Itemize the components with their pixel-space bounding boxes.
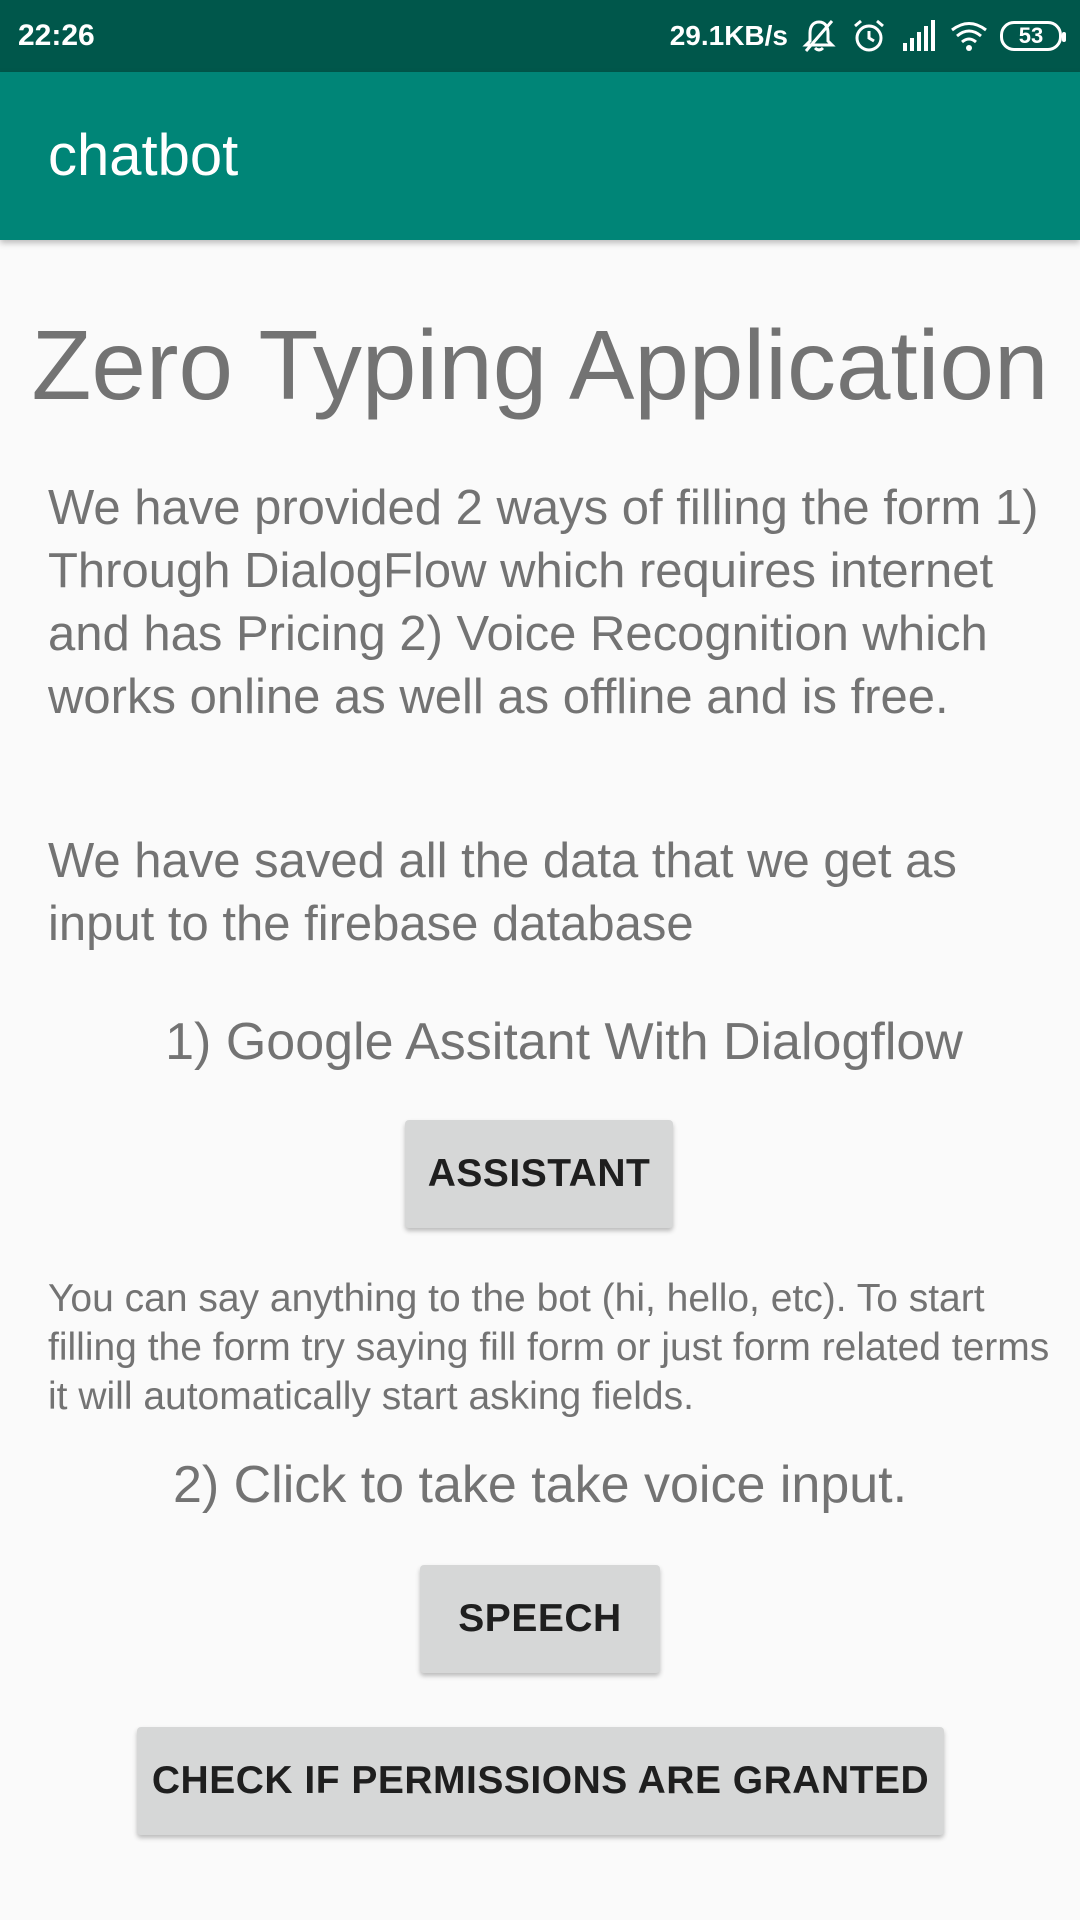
alarm-icon <box>850 17 888 55</box>
status-bar: 22:26 29.1KB/s 53 <box>0 0 1080 72</box>
status-time: 22:26 <box>18 19 95 52</box>
assistant-button[interactable]: ASSISTANT <box>405 1120 673 1228</box>
signal-icon <box>900 17 938 55</box>
app-title: chatbot <box>48 123 239 188</box>
wifi-icon <box>950 17 988 55</box>
app-bar: chatbot <box>0 72 1080 240</box>
bell-off-icon <box>800 17 838 55</box>
description-paragraph: We have provided 2 ways of filling the f… <box>48 481 1039 724</box>
assistant-help-text: You can say anything to the bot (hi, hel… <box>48 1277 1050 1418</box>
database-note: We have saved all the data that we get a… <box>48 834 957 951</box>
speech-section-title: 2) Click to take take voice input. <box>172 1456 908 1514</box>
speech-button[interactable]: SPEECH <box>420 1565 660 1673</box>
battery-icon: 53 <box>1000 21 1066 51</box>
status-icons: 29.1KB/s 53 <box>669 0 1066 72</box>
assistant-section-title: 1) Google Assitant With Dialogflow <box>165 1013 963 1071</box>
check-permissions-button[interactable]: CHECK IF PERMISSIONS ARE GRANTED <box>137 1727 944 1835</box>
page-title: Zero Typing Application <box>31 310 1049 420</box>
network-speed: 29.1KB/s <box>669 20 788 51</box>
